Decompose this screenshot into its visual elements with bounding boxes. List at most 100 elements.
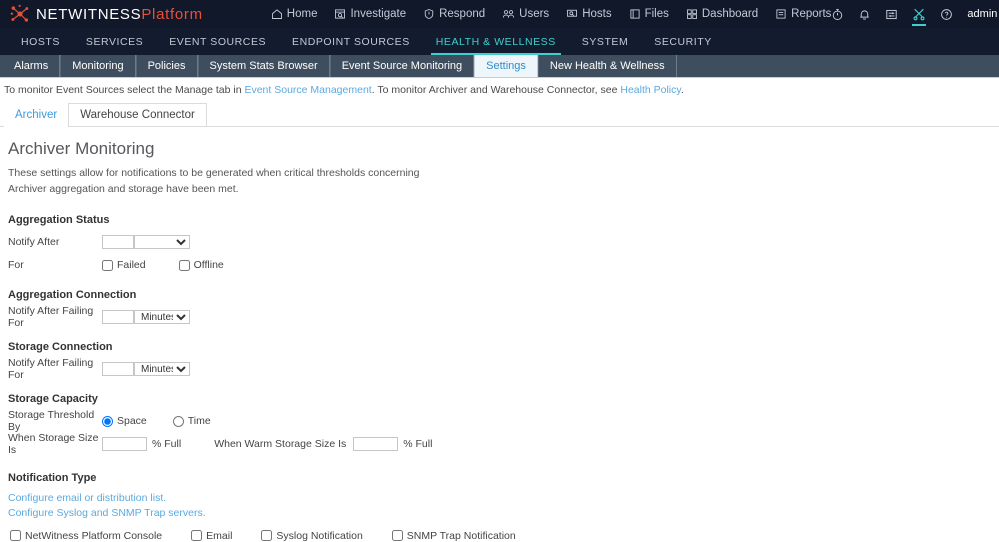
radio-time-input[interactable]: [173, 416, 184, 427]
subnav-item-security[interactable]: SECURITY: [641, 28, 725, 55]
checkbox-email[interactable]: Email: [191, 530, 232, 542]
tab-alarms[interactable]: Alarms: [3, 55, 60, 77]
radio-label: Time: [188, 415, 211, 427]
bell-icon[interactable]: [858, 0, 871, 28]
event-source-management-link[interactable]: Event Source Management: [244, 84, 371, 96]
info-text-part1: To monitor Event Sources select the Mana…: [4, 84, 244, 96]
notify-after-input[interactable]: [102, 235, 134, 249]
field-row-agg-notify-failing: Notify After Failing For Minutes: [8, 308, 999, 327]
nav-item-dashboard[interactable]: Dashboard: [686, 8, 758, 20]
nav-item-files[interactable]: Files: [629, 8, 669, 20]
checkbox-offline-input[interactable]: [179, 260, 190, 271]
nav-item-reports[interactable]: Reports: [775, 8, 831, 20]
radio-time[interactable]: Time: [173, 415, 211, 427]
for-label: For: [8, 259, 102, 271]
netwitness-molecule-icon: [10, 4, 30, 24]
checkbox-label: Failed: [117, 259, 146, 271]
subnav-item-endpoint-sources[interactable]: ENDPOINT SOURCES: [279, 28, 423, 55]
notify-after-unit-select[interactable]: [134, 235, 190, 249]
logo-text: NETWITNESSPlatform: [36, 6, 203, 23]
health-policy-link[interactable]: Health Policy: [620, 84, 681, 96]
checkbox-offline[interactable]: Offline: [179, 259, 224, 271]
storage-notify-failing-unit-select[interactable]: Minutes: [134, 362, 190, 376]
subnav-item-services[interactable]: SERVICES: [73, 28, 156, 55]
help-circle-icon[interactable]: [940, 0, 953, 28]
notify-after-failing-for-label: Notify After Failing For: [8, 357, 102, 381]
section-storage-capacity: Storage Capacity Storage Threshold By Sp…: [8, 393, 999, 454]
agg-notify-failing-input[interactable]: [102, 310, 134, 324]
nav-item-investigate[interactable]: Investigate: [334, 8, 406, 20]
checkbox-snmp-trap-notification-input[interactable]: [392, 530, 403, 541]
field-row-notify-after: Notify After: [8, 233, 999, 252]
checkbox-netwitness-console-input[interactable]: [10, 530, 21, 541]
tab-new-health-wellness[interactable]: New Health & Wellness: [538, 55, 677, 77]
checkbox-label: Syslog Notification: [276, 530, 362, 542]
checkbox-snmp-trap-notification[interactable]: SNMP Trap Notification: [392, 530, 516, 542]
subnav-item-event-sources[interactable]: EVENT SOURCES: [156, 28, 279, 55]
nav-item-hosts[interactable]: Hosts: [566, 8, 611, 20]
subnav-item-system[interactable]: SYSTEM: [569, 28, 641, 55]
tab-monitoring[interactable]: Monitoring: [60, 55, 135, 77]
section-title: Notification Type: [8, 472, 999, 484]
storage-threshold-label: Storage Threshold By: [8, 409, 102, 433]
checkbox-netwitness-console[interactable]: NetWitness Platform Console: [10, 530, 162, 542]
radio-space-input[interactable]: [102, 416, 113, 427]
inner-tab-archiver[interactable]: Archiver: [4, 103, 69, 126]
section-title: Storage Capacity: [8, 393, 999, 405]
tab-settings[interactable]: Settings: [474, 55, 538, 77]
configure-email-link[interactable]: Configure email or distribution list.: [8, 491, 999, 506]
checkbox-email-input[interactable]: [191, 530, 202, 541]
logo-text-secondary: Platform: [141, 6, 202, 23]
checkbox-syslog-notification[interactable]: Syslog Notification: [261, 530, 362, 542]
nav-item-users[interactable]: Users: [502, 8, 549, 20]
section-title: Aggregation Connection: [8, 289, 999, 301]
nav-item-respond[interactable]: Respond: [423, 8, 485, 20]
storage-size-unit: % Full: [152, 438, 181, 450]
agg-notify-failing-unit-select[interactable]: Minutes: [134, 310, 190, 324]
configure-syslog-snmp-link[interactable]: Configure Syslog and SNMP Trap servers.: [8, 506, 999, 521]
inner-tab-warehouse-connector[interactable]: Warehouse Connector: [68, 103, 207, 126]
field-row-storage-threshold: Storage Threshold By Space Time: [8, 412, 999, 431]
home-icon: [271, 8, 283, 20]
app-logo[interactable]: NETWITNESSPlatform: [10, 4, 203, 24]
radio-space[interactable]: Space: [102, 415, 147, 427]
section-title: Storage Connection: [8, 341, 999, 353]
section-title: Aggregation Status: [8, 214, 999, 226]
when-storage-size-label: When Storage Size Is: [8, 432, 102, 456]
checkbox-label: Offline: [194, 259, 224, 271]
page-description: These settings allow for notifications t…: [8, 166, 428, 198]
checkbox-label: Email: [206, 530, 232, 542]
inner-tab-bar: Archiver Warehouse Connector: [0, 103, 999, 127]
tab-event-source-monitoring[interactable]: Event Source Monitoring: [330, 55, 474, 77]
tab-system-stats-browser[interactable]: System Stats Browser: [198, 55, 330, 77]
stopwatch-icon[interactable]: [831, 0, 844, 28]
top-header-bar: NETWITNESSPlatform Home Investigate: [0, 0, 999, 28]
tasks-icon[interactable]: [885, 0, 898, 28]
user-menu[interactable]: admin ▾: [967, 8, 999, 21]
warm-storage-size-unit: % Full: [403, 438, 432, 450]
storage-size-input[interactable]: [102, 437, 147, 451]
main-content: Archiver Monitoring These settings allow…: [0, 127, 999, 542]
storage-notify-failing-input[interactable]: [102, 362, 134, 376]
checkbox-label: SNMP Trap Notification: [407, 530, 516, 542]
tab-policies[interactable]: Policies: [136, 55, 198, 77]
user-name: admin: [967, 8, 997, 20]
checkbox-syslog-notification-input[interactable]: [261, 530, 272, 541]
health-wellness-icon[interactable]: [912, 0, 926, 28]
nav-label: Users: [519, 8, 549, 20]
section-aggregation-status: Aggregation Status Notify After For Fail…: [8, 214, 999, 275]
field-row-storage-notify-failing: Notify After Failing For Minutes: [8, 360, 999, 379]
checkbox-failed-input[interactable]: [102, 260, 113, 271]
nav-label: Dashboard: [702, 8, 758, 20]
nav-item-home[interactable]: Home: [271, 8, 318, 20]
subnav-item-hosts[interactable]: HOSTS: [8, 28, 73, 55]
checkbox-failed[interactable]: Failed: [102, 259, 146, 271]
nav-label: Reports: [791, 8, 831, 20]
warm-storage-size-input[interactable]: [353, 437, 398, 451]
section-aggregation-connection: Aggregation Connection Notify After Fail…: [8, 289, 999, 327]
notify-after-label: Notify After: [8, 236, 102, 248]
info-banner: To monitor Event Sources select the Mana…: [0, 78, 999, 103]
subnav-item-health-wellness[interactable]: HEALTH & WELLNESS: [423, 28, 569, 55]
nav-label: Hosts: [582, 8, 611, 20]
info-text-part2: . To monitor Archiver and Warehouse Conn…: [372, 84, 621, 96]
